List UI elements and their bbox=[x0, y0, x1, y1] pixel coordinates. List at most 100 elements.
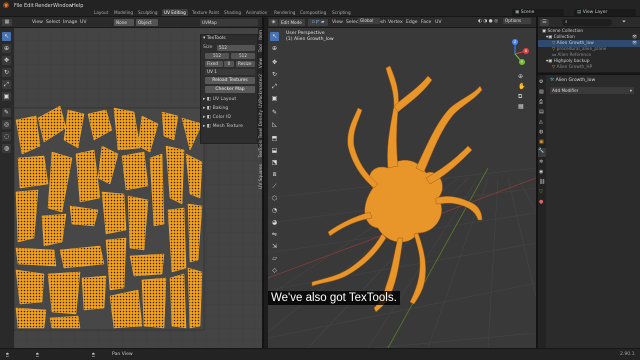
camera-icon[interactable]: ⧉ bbox=[518, 93, 526, 101]
transform-tool-icon[interactable]: ▣ bbox=[2, 92, 11, 101]
top-bar: ◉ File Edit Render Window Help Layout Mo… bbox=[0, 0, 640, 17]
vp-menu-view[interactable]: View bbox=[332, 20, 343, 25]
side-tab-texel-density[interactable]: Texel Density bbox=[259, 110, 264, 138]
uv-menu-uv[interactable]: UV bbox=[80, 20, 87, 25]
modifier-props-icon[interactable]: 🔧 bbox=[538, 148, 546, 157]
side-tab-tool[interactable]: Tool bbox=[259, 44, 264, 52]
section-uv-layout[interactable]: ▸ ◧ UV Layout bbox=[203, 97, 236, 104]
uv-menu-image[interactable]: Image bbox=[63, 20, 77, 25]
tab-compositing[interactable]: Compositing bbox=[298, 9, 328, 16]
move-tool-icon[interactable]: ✥ bbox=[2, 56, 11, 65]
side-tab-uv-squares[interactable]: UV Squares bbox=[259, 164, 264, 189]
shading-icons[interactable]: ◐ ◑ ● ◎ bbox=[478, 19, 498, 24]
uv-pivot-object[interactable]: Object bbox=[136, 19, 158, 26]
side-tab-view[interactable]: View bbox=[259, 58, 264, 68]
version-label: 2.90.1 bbox=[620, 352, 635, 357]
tab-layout[interactable]: Layout bbox=[92, 9, 110, 16]
uv-editor-header: ▦ View Select Image UV None Object UVMap bbox=[0, 17, 262, 28]
world-props-icon[interactable]: ◍ bbox=[539, 129, 543, 135]
reload-textures-button[interactable]: Reload Textures bbox=[205, 77, 255, 84]
filter-icon[interactable]: ⏷ bbox=[622, 19, 630, 26]
side-tab-item[interactable]: Item bbox=[259, 30, 264, 40]
vp-menu-vertex[interactable]: Vertex bbox=[388, 20, 403, 25]
menu-render[interactable]: Render bbox=[35, 3, 53, 9]
rotate-tool-icon[interactable]: ↻ bbox=[2, 68, 11, 77]
object-props-icon[interactable]: ▣ bbox=[539, 139, 544, 145]
tab-animation[interactable]: Animation bbox=[244, 9, 269, 16]
properties-tabs: ⚙ ▧ ⎙ ▤ ◬ ◍ ▣ 🔧 ✲ ◉ ⛓ ▽ ● bbox=[538, 75, 546, 350]
alien-growth-mesh bbox=[311, 65, 483, 313]
pinch-tool-icon[interactable]: ◍ bbox=[2, 144, 11, 153]
constraints-props-icon[interactable]: ⛓ bbox=[539, 179, 545, 185]
vp-menu-face[interactable]: Face bbox=[421, 20, 431, 25]
render-props-icon[interactable]: ▧ bbox=[539, 89, 544, 95]
tab-shading[interactable]: Shading bbox=[222, 9, 243, 16]
scene-props-icon[interactable]: ◬ bbox=[539, 119, 543, 125]
tab-uv-editing[interactable]: UV Editing bbox=[162, 9, 188, 16]
mode-dropdown[interactable]: Edit Mode bbox=[279, 19, 305, 26]
resize-button[interactable]: Resize bbox=[236, 61, 255, 67]
uv-pivot-none[interactable]: None bbox=[114, 19, 134, 26]
tab-modeling[interactable]: Modeling bbox=[112, 9, 135, 16]
menu-edit[interactable]: Edit bbox=[24, 3, 34, 9]
outliner-search-input[interactable]: ⌕ bbox=[562, 19, 612, 26]
menu-file[interactable]: File bbox=[14, 3, 22, 9]
scale-tool-icon[interactable]: ⤢ bbox=[2, 80, 11, 89]
section-mesh-texture[interactable]: ▸ ◧ Mesh Texture bbox=[203, 124, 243, 131]
grab-tool-icon[interactable]: ◎ bbox=[2, 120, 11, 129]
pan-icon[interactable]: ✋ bbox=[518, 83, 526, 91]
gizmo-y-icon[interactable]: Y bbox=[519, 59, 525, 65]
padding-value-field[interactable]: 0 bbox=[224, 61, 234, 67]
uv-editor-type-icon[interactable]: ▦ bbox=[2, 19, 12, 26]
outliner-row-alien-growth-hp[interactable]: ▽ Alien Growth_HP bbox=[538, 64, 640, 71]
relax-tool-icon[interactable]: ◌ bbox=[2, 132, 11, 141]
view-layer-selector[interactable]: ▤ View Layer bbox=[574, 9, 636, 16]
select-box-tool-icon[interactable]: ↖ bbox=[2, 32, 11, 41]
orientation-field[interactable]: Global bbox=[358, 18, 380, 24]
gizmo-z-icon[interactable]: Z bbox=[512, 39, 518, 45]
blender-logo-icon[interactable]: ◉ bbox=[3, 2, 11, 9]
outliner-header: ☰ ⌕ ⏷ bbox=[538, 17, 640, 28]
tab-texture-paint[interactable]: Texture Paint bbox=[190, 9, 221, 16]
material-props-icon[interactable]: ● bbox=[539, 199, 543, 205]
section-baking[interactable]: ▸ ◧ Baking bbox=[203, 106, 228, 113]
outliner-type-icon[interactable]: ☰ bbox=[540, 19, 549, 26]
side-tab-uvpackmaster[interactable]: UVPackmaster2 bbox=[259, 74, 264, 108]
scene-selector[interactable]: ▣ Scene bbox=[512, 9, 564, 16]
textools-panel-title[interactable]: ▾ TexTools bbox=[203, 36, 226, 43]
size-dropdown[interactable]: 512 bbox=[217, 45, 255, 51]
output-props-icon[interactable]: ⎙ bbox=[539, 99, 543, 105]
menu-help[interactable]: Help bbox=[72, 3, 83, 9]
size-height-field[interactable]: 512 bbox=[231, 53, 255, 59]
gizmo-x-icon[interactable]: X bbox=[523, 48, 529, 54]
options-dropdown[interactable]: Options bbox=[503, 18, 531, 24]
tab-sculpting[interactable]: Sculpting bbox=[136, 9, 160, 16]
zoom-icon[interactable]: ⊕ bbox=[518, 73, 526, 81]
physics-props-icon[interactable]: ◉ bbox=[539, 169, 543, 175]
navigation-gizmo[interactable]: X Z Y bbox=[500, 39, 530, 69]
tab-scripting[interactable]: Scripting bbox=[330, 9, 353, 16]
ortho-toggle-icon[interactable]: ▦ bbox=[518, 103, 526, 111]
add-modifier-dropdown[interactable]: Add Modifier ▾ bbox=[550, 87, 634, 94]
uv-menu-select[interactable]: Select bbox=[46, 20, 60, 25]
size-width-field[interactable]: 512 bbox=[205, 53, 229, 59]
expand-arrow-icon: ▸ ◧ bbox=[203, 115, 213, 120]
tab-rendering[interactable]: Rendering bbox=[272, 9, 297, 16]
particles-props-icon[interactable]: ✲ bbox=[539, 159, 543, 165]
editor-type-icon[interactable]: ◈ bbox=[269, 19, 278, 26]
checker-map-button[interactable]: Checker Map bbox=[205, 86, 255, 93]
padding-mode-field[interactable]: Fixed bbox=[205, 61, 223, 67]
annotate-tool-icon[interactable]: ✎ bbox=[2, 108, 11, 117]
image-browse[interactable]: UVMap bbox=[200, 19, 258, 26]
tool-props-icon[interactable]: ⚙ bbox=[539, 79, 543, 85]
select-mode-icons[interactable]: ▫ ◸ ▰ bbox=[308, 19, 328, 26]
uv-menu-view[interactable]: View bbox=[32, 20, 43, 25]
vp-menu-edge[interactable]: Edge bbox=[406, 20, 418, 25]
data-props-icon[interactable]: ▽ bbox=[539, 189, 543, 195]
uv-channel-field[interactable]: UV 1 bbox=[205, 69, 255, 75]
menu-window[interactable]: Window bbox=[53, 3, 73, 9]
section-color-id[interactable]: ▸ ◧ Color ID bbox=[203, 115, 231, 122]
cursor-tool-icon[interactable]: ⊕ bbox=[2, 44, 11, 53]
view-layer-props-icon[interactable]: ▤ bbox=[539, 109, 544, 115]
side-tab-textools[interactable]: TexTools bbox=[259, 140, 264, 158]
